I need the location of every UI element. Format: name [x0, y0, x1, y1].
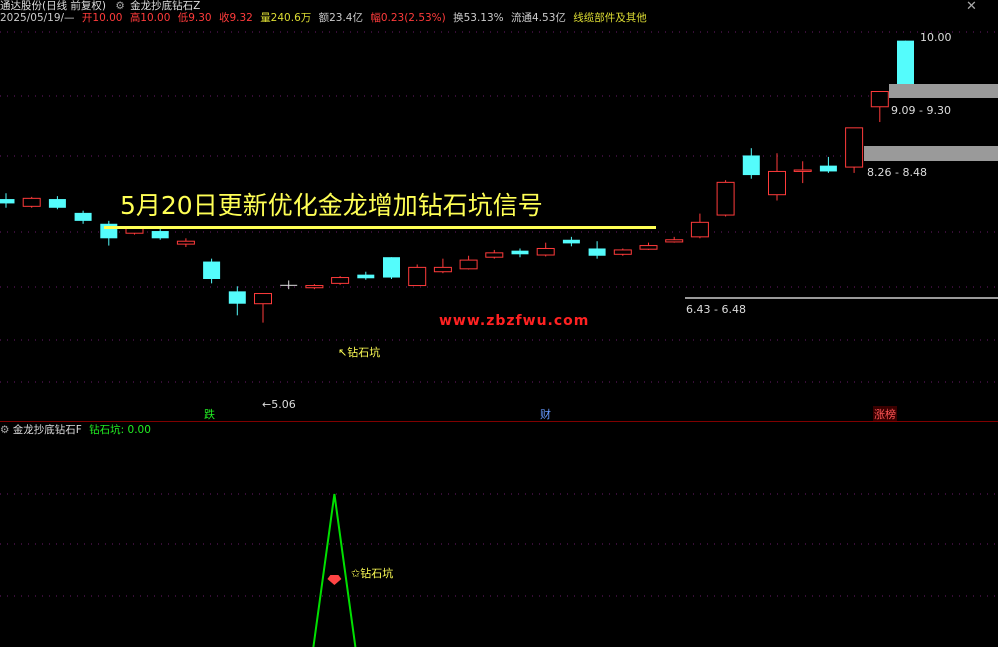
candle[interactable] — [613, 248, 632, 256]
candle[interactable] — [433, 258, 452, 274]
candle-body — [562, 239, 580, 244]
candle-body — [228, 291, 246, 304]
candle[interactable] — [459, 255, 478, 270]
range-mid-label: 8.26 - 8.48 — [867, 166, 927, 179]
candle-body — [22, 197, 41, 207]
candle-body — [819, 165, 837, 172]
candle-body — [305, 285, 324, 289]
candle-body — [511, 250, 529, 255]
range-top-label: 9.09 - 9.30 — [891, 104, 951, 117]
lower-diamond-signal: ✩钻石坑 — [351, 565, 393, 581]
support-line — [685, 297, 998, 299]
diamond-icon — [327, 575, 342, 585]
candle[interactable] — [793, 161, 812, 184]
indicator-line — [312, 493, 357, 647]
candle[interactable] — [588, 241, 606, 259]
candle-body — [383, 257, 400, 278]
candle-body — [845, 127, 864, 168]
candle[interactable] — [819, 156, 837, 173]
candle-body — [433, 266, 452, 273]
diamond-pit-signal: ↖钻石坑 — [338, 344, 380, 360]
banner-underline — [104, 226, 656, 229]
candle-body — [176, 240, 195, 245]
candle-body — [151, 231, 169, 239]
candle-body — [331, 277, 350, 284]
candle-body — [485, 252, 504, 258]
candle[interactable] — [151, 228, 169, 240]
candle-body — [665, 239, 684, 243]
candle-body — [74, 212, 92, 221]
candle-body — [690, 221, 709, 238]
candle-body — [408, 266, 427, 287]
arrow-icon: ↖ — [338, 346, 348, 359]
low-price-label: ←5.06 — [262, 398, 296, 411]
candle-body — [459, 259, 478, 270]
candle[interactable] — [203, 258, 221, 284]
candle[interactable] — [22, 196, 41, 208]
candle-body — [0, 199, 15, 204]
candle-body — [639, 245, 658, 250]
candle-body — [588, 248, 606, 256]
candle[interactable] — [768, 153, 786, 201]
candle[interactable] — [870, 91, 889, 123]
candle[interactable] — [176, 238, 195, 248]
candle-body — [716, 181, 735, 216]
candle-body — [897, 40, 914, 91]
indicator-chart[interactable] — [0, 422, 998, 647]
candle-body — [254, 293, 272, 305]
candle[interactable] — [305, 284, 324, 290]
candle[interactable] — [716, 180, 735, 217]
candle[interactable] — [228, 286, 246, 316]
promo-banner: 5月20日更新优化金龙增加钻石坑信号 — [120, 191, 543, 220]
candle[interactable] — [100, 220, 118, 246]
signal-label: 钻石坑 — [347, 346, 381, 359]
watermark: www.zbzfwu.com — [439, 313, 590, 329]
event-marker-cai[interactable]: 财 — [540, 406, 551, 422]
range-low-label: 6.43 - 6.48 — [686, 303, 746, 316]
resistance-band-mid — [864, 146, 998, 161]
candle[interactable] — [511, 248, 529, 258]
candle[interactable] — [665, 236, 684, 243]
candle[interactable] — [254, 293, 272, 323]
candle-body — [280, 284, 298, 286]
candle-body — [536, 247, 555, 256]
candle[interactable] — [74, 210, 92, 224]
candle-body — [742, 155, 760, 176]
candle[interactable] — [280, 280, 298, 290]
candle[interactable] — [485, 249, 504, 259]
high-price-label: 10.00 — [920, 31, 952, 44]
candle[interactable] — [357, 271, 375, 280]
event-marker-die[interactable]: 跌 — [204, 406, 215, 422]
candle[interactable] — [0, 193, 15, 208]
candle[interactable] — [48, 196, 66, 210]
event-marker-zhangbang[interactable]: 涨榜 — [873, 406, 897, 422]
candle-body — [793, 169, 812, 172]
candle[interactable] — [742, 148, 760, 179]
candle-body — [870, 91, 889, 108]
lower-signal-label: 钻石坑 — [360, 567, 394, 580]
candle[interactable] — [331, 276, 350, 285]
candle[interactable] — [562, 236, 580, 247]
candle[interactable] — [408, 264, 427, 287]
candle-body — [357, 274, 375, 279]
candle[interactable] — [639, 242, 658, 250]
candle[interactable] — [690, 213, 709, 239]
candle-body — [613, 249, 632, 255]
candle-body — [203, 261, 221, 280]
candle[interactable] — [845, 127, 864, 173]
resistance-band-top — [889, 84, 998, 98]
candle-body — [768, 170, 786, 196]
star-icon: ✩ — [351, 567, 361, 580]
candle-body — [48, 199, 66, 208]
candle[interactable] — [536, 242, 555, 257]
stock-chart-window: 通达股份(日线 前复权) ⚙ 金龙抄底钻石Z ✕ 2025/05/19/— 开1… — [0, 0, 998, 647]
candle[interactable] — [383, 257, 400, 280]
